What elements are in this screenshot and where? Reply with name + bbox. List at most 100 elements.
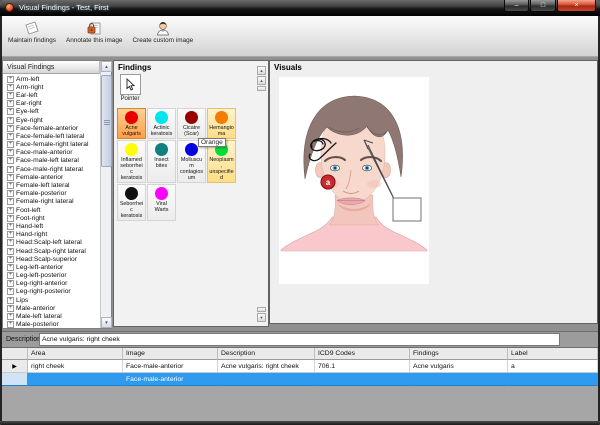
tree-item[interactable]: + Ear-right xyxy=(7,100,100,108)
tree-item[interactable]: + Face-male-anterior xyxy=(7,149,100,157)
tree-header[interactable]: Visual Findings xyxy=(3,61,100,74)
expand-icon[interactable]: + xyxy=(7,272,14,280)
tree-item[interactable]: + Arm-left xyxy=(7,75,100,83)
column-header[interactable]: Label xyxy=(508,348,598,360)
tree-item[interactable]: + Face-male-right lateral xyxy=(7,165,100,173)
palette-scroll-up-icon[interactable]: ▲ xyxy=(257,76,266,85)
tree-item[interactable]: + Female-posterior xyxy=(7,190,100,198)
tree-item[interactable]: + Eye-right xyxy=(7,116,100,124)
expand-icon[interactable]: + xyxy=(7,116,14,124)
column-header[interactable]: Image xyxy=(123,348,218,360)
tree-item[interactable]: + Male-posterior xyxy=(7,321,100,328)
finding-swatch-button[interactable]: Inflamed seborrheic keratosis xyxy=(117,140,146,183)
finding-swatch-button[interactable]: Acne vulgaris xyxy=(117,108,146,139)
tree-item[interactable]: + Head:Scalp-right lateral xyxy=(7,247,100,255)
row-selector-icon[interactable]: ▶ xyxy=(2,360,28,373)
finding-swatch-button[interactable]: Seborrheic keratosis xyxy=(117,184,146,221)
title-bar[interactable]: Visual Findings - Test, First – □ × xyxy=(0,0,600,16)
tree-item[interactable]: + Foot-left xyxy=(7,206,100,214)
expand-icon[interactable]: + xyxy=(7,100,14,108)
expand-icon[interactable]: + xyxy=(7,190,14,198)
tree-item[interactable]: + Head:Scalp-left lateral xyxy=(7,239,100,247)
finding-marker-a[interactable]: a xyxy=(320,174,336,190)
expand-icon[interactable]: + xyxy=(7,214,14,222)
description-input[interactable] xyxy=(39,333,560,346)
tree-item[interactable]: + Male-left lateral xyxy=(7,312,100,321)
cell-area[interactable] xyxy=(28,373,123,386)
scroll-down-icon[interactable]: ▼ xyxy=(101,317,112,328)
tree-item[interactable]: + Female-anterior xyxy=(7,173,100,181)
tree-item[interactable]: + Face-female-left lateral xyxy=(7,132,100,140)
cell-icd9[interactable]: 706.1 xyxy=(315,360,410,373)
maintain-findings-button[interactable]: Maintain findings xyxy=(4,18,60,47)
expand-icon[interactable]: + xyxy=(7,75,14,83)
tree-item[interactable]: + Female-right lateral xyxy=(7,198,100,206)
expand-icon[interactable]: + xyxy=(7,231,14,239)
tree-item[interactable]: + Hand-right xyxy=(7,231,100,239)
expand-icon[interactable]: + xyxy=(7,108,14,116)
annotated-image-canvas[interactable]: a xyxy=(279,77,429,284)
expand-icon[interactable]: + xyxy=(7,157,14,165)
tree-item[interactable]: + Face-female-anterior xyxy=(7,124,100,132)
cell-image[interactable]: Face-male-anterior xyxy=(123,360,218,373)
table-row[interactable]: ▶ right cheek Face-male-anterior Acne vu… xyxy=(2,360,598,373)
expand-icon[interactable]: + xyxy=(7,182,14,190)
tree-item[interactable]: + Head:Scalp-superior xyxy=(7,255,100,263)
expand-icon[interactable]: + xyxy=(7,313,14,321)
expand-icon[interactable]: + xyxy=(7,83,14,91)
cell-findings[interactable]: Acne vulgaris xyxy=(410,360,508,373)
tree-item[interactable]: + Female-left lateral xyxy=(7,181,100,190)
expand-icon[interactable]: + xyxy=(7,288,14,296)
create-custom-image-button[interactable]: Create custom image xyxy=(128,18,197,47)
palette-scroll-up-icon[interactable]: ▲ xyxy=(257,66,266,75)
finding-swatch-button[interactable]: Viral Warts xyxy=(147,184,176,221)
tree-item[interactable]: + Leg-left-anterior xyxy=(7,263,100,271)
expand-icon[interactable]: + xyxy=(7,255,14,263)
expand-icon[interactable]: + xyxy=(7,247,14,255)
tree-item[interactable]: + Foot-right xyxy=(7,214,100,222)
cell-description[interactable]: Acne vulgaris: right cheek xyxy=(218,360,315,373)
pointer-tool-button[interactable]: Pointer xyxy=(118,74,142,106)
palette-grip[interactable] xyxy=(257,307,266,312)
column-header[interactable]: Findings xyxy=(410,348,508,360)
row-selector[interactable] xyxy=(2,373,28,386)
expand-icon[interactable]: + xyxy=(7,165,14,173)
cell-icd9[interactable] xyxy=(315,373,410,386)
tree-item[interactable]: + Eye-left xyxy=(7,108,100,116)
cell-findings[interactable] xyxy=(410,373,508,386)
cell-label[interactable] xyxy=(508,373,598,386)
column-header[interactable]: Description xyxy=(218,348,315,360)
tree-item[interactable]: + Leg-right-anterior xyxy=(7,280,100,288)
cell-area[interactable]: right cheek xyxy=(28,360,123,373)
expand-icon[interactable]: + xyxy=(7,239,14,247)
expand-icon[interactable]: + xyxy=(7,321,14,328)
column-header[interactable]: ICD9 Codes xyxy=(315,348,410,360)
expand-icon[interactable]: + xyxy=(7,91,14,99)
expand-icon[interactable]: + xyxy=(7,296,14,304)
tree-item[interactable]: + Arm-right xyxy=(7,83,100,91)
scrollbar-thumb[interactable] xyxy=(101,75,112,167)
palette-grip[interactable] xyxy=(257,86,266,91)
maximize-button[interactable]: □ xyxy=(530,0,556,12)
tree-scrollbar[interactable]: ▲ ▼ xyxy=(100,61,112,328)
expand-icon[interactable]: + xyxy=(7,263,14,271)
column-header[interactable]: Area xyxy=(28,348,123,360)
expand-icon[interactable]: + xyxy=(7,124,14,132)
tree-item[interactable]: + Male-anterior xyxy=(7,304,100,312)
expand-icon[interactable]: + xyxy=(7,149,14,157)
tree-item[interactable]: + Hand-left xyxy=(7,222,100,230)
annotate-image-button[interactable]: Annotate this image xyxy=(62,18,127,47)
tree-item[interactable]: + Leg-right-posterior xyxy=(7,288,100,296)
tree-item[interactable]: + Face-male-left lateral xyxy=(7,157,100,165)
cell-description[interactable] xyxy=(218,373,315,386)
cell-image[interactable]: Face-male-anterior xyxy=(123,373,218,386)
scroll-up-icon[interactable]: ▲ xyxy=(101,61,112,72)
table-row-selected[interactable]: Face-male-anterior xyxy=(2,373,598,386)
cell-label[interactable]: a xyxy=(508,360,598,373)
expand-icon[interactable]: + xyxy=(7,173,14,181)
palette-scroll-down-icon[interactable]: ▼ xyxy=(257,313,266,322)
expand-icon[interactable]: + xyxy=(7,141,14,149)
finding-swatch-button[interactable]: Insect bites xyxy=(147,140,176,183)
finding-swatch-button[interactable]: Cicatre (Scar) xyxy=(177,108,206,139)
expand-icon[interactable]: + xyxy=(7,198,14,206)
